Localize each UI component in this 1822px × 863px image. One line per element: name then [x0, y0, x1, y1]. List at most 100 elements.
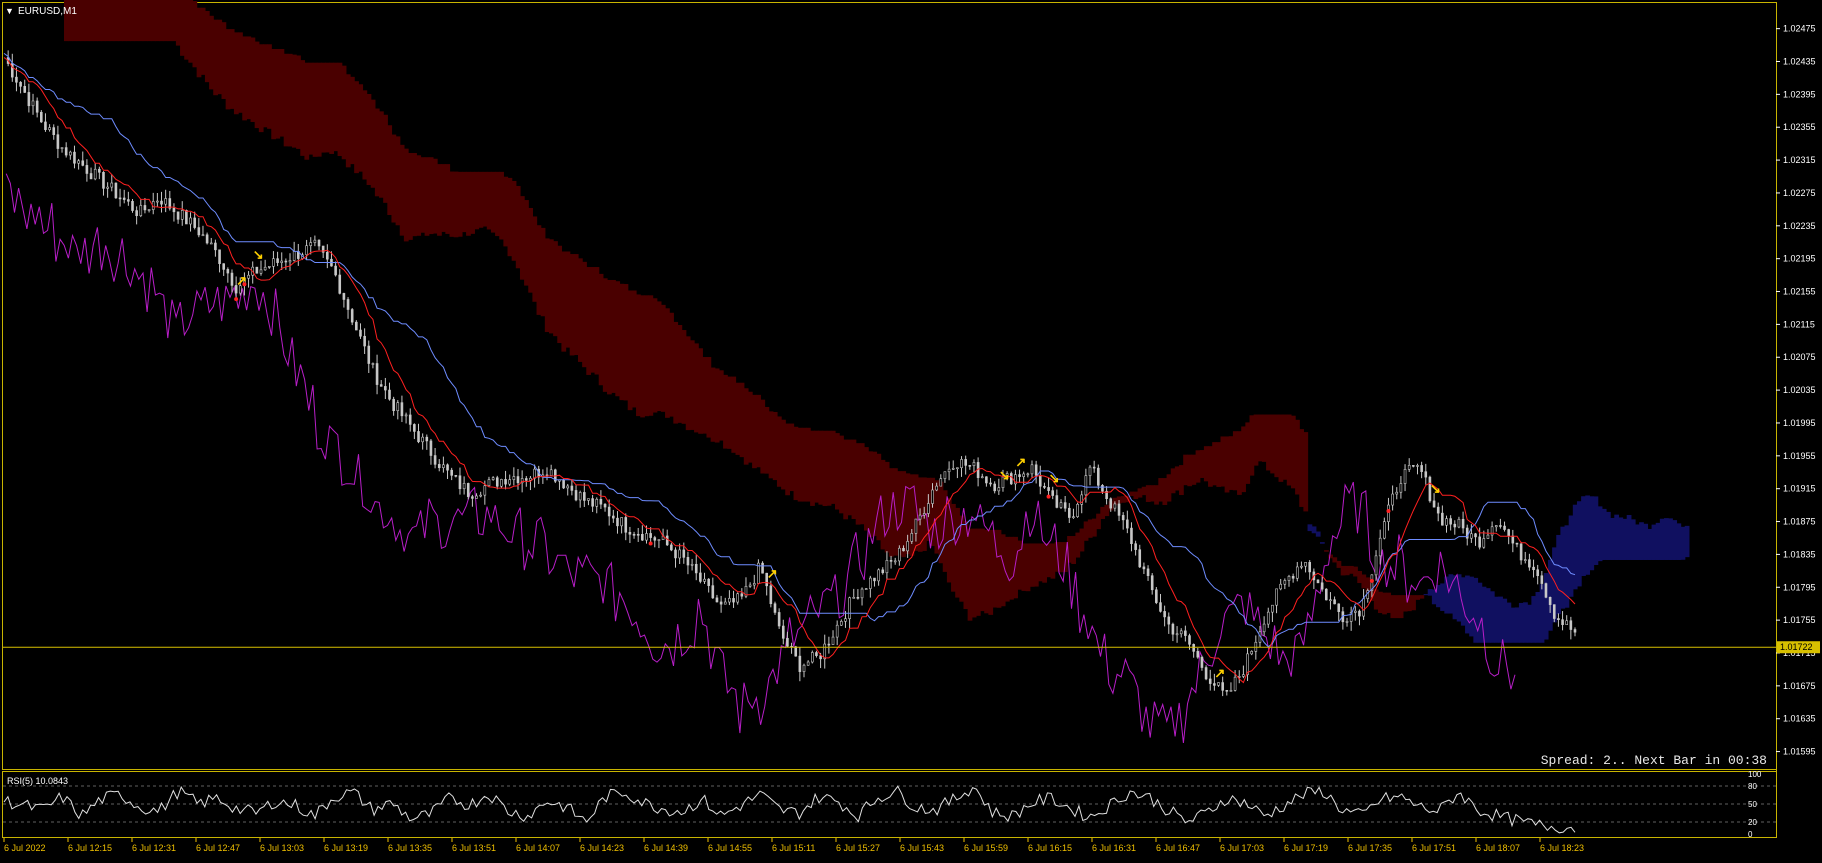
candle-body — [612, 515, 615, 519]
kumo-segment — [1021, 543, 1027, 591]
kumo-segment — [980, 528, 985, 612]
kumo-segment — [200, 7, 206, 75]
candle-body — [355, 321, 358, 331]
kumo-segment — [1610, 517, 1615, 560]
kumo-segment — [1203, 446, 1209, 482]
candle-body — [48, 127, 51, 130]
candle-body — [997, 487, 1001, 492]
candle-body — [665, 535, 669, 546]
kumo-segment — [180, 0, 185, 56]
candle-body — [636, 533, 640, 536]
candle-body — [160, 200, 163, 205]
kumo-segment — [134, 0, 140, 42]
kumo-segment — [793, 426, 799, 501]
candle-body — [562, 479, 565, 489]
kumo-segment — [445, 164, 451, 234]
time-tick-label: 6 Jul 15:11 — [772, 843, 815, 853]
kumo-segment — [316, 62, 322, 157]
spread-status-text: Spread: 2.. Next Bar in 00:38 — [1541, 753, 1767, 768]
kumo-segment — [702, 357, 708, 434]
candle-body — [495, 477, 499, 487]
kumo-segment — [627, 290, 633, 411]
kumo-segment — [395, 136, 401, 226]
chart-canvas[interactable]: ↘↗↗↘↗↘↗↘ 1.024751.024351.023951.023551.0… — [0, 0, 1822, 858]
candle-body — [736, 593, 739, 603]
kumo-segment — [466, 171, 471, 236]
kumo-segment — [325, 62, 330, 153]
candle-body — [769, 585, 773, 605]
time-tick-label: 6 Jul 12:15 — [68, 843, 112, 853]
time-tick-label: 6 Jul 15:59 — [964, 843, 1008, 853]
kumo-segment — [329, 62, 335, 154]
candle-body — [1387, 504, 1390, 522]
candle-body — [122, 197, 126, 200]
candle-body — [413, 424, 416, 432]
price-tick-label: 1.02155 — [1783, 287, 1816, 297]
kumo-segment — [1626, 514, 1632, 560]
kumo-segment — [797, 427, 803, 502]
kumo-segment — [710, 367, 716, 442]
candle-body — [1536, 569, 1539, 577]
price-tick-label: 1.01915 — [1783, 484, 1816, 494]
candle-body — [359, 329, 362, 337]
kumo-segment — [1191, 454, 1197, 485]
candle-body — [1486, 534, 1490, 539]
candle-body — [1188, 635, 1191, 645]
candle-body — [214, 242, 217, 251]
kumo-segment — [1564, 525, 1570, 608]
cross-dot-marker — [1369, 578, 1374, 583]
candle-body — [657, 539, 661, 541]
kumo-segment — [1510, 607, 1516, 643]
kumo-segment — [383, 114, 388, 203]
kumo-segment — [345, 74, 351, 168]
kumo-segment — [1071, 536, 1077, 564]
candle-body — [1101, 485, 1104, 492]
kumo-segment — [1079, 528, 1085, 552]
kumo-segment — [839, 435, 844, 514]
kumo-segment — [1282, 414, 1288, 480]
candle-body — [60, 147, 64, 149]
kumo-segment — [403, 148, 409, 242]
chevron-down-icon[interactable]: ▼ — [5, 6, 14, 16]
signal-arrow-icon: ↘ — [1049, 471, 1060, 486]
candle-body — [226, 269, 230, 274]
kumo-segment — [138, 0, 144, 42]
candle-body — [939, 478, 943, 487]
candle-body — [433, 455, 437, 465]
kumo-segment — [271, 49, 277, 140]
kumo-segment — [1502, 598, 1508, 643]
kumo-segment — [644, 295, 650, 417]
kumo-segment — [1199, 450, 1205, 478]
kumo-segment — [586, 267, 592, 375]
kumo-segment — [453, 171, 459, 238]
candle-body — [102, 171, 105, 189]
kumo-segment — [416, 155, 422, 236]
kumo-segment — [536, 225, 542, 315]
candle-body — [508, 479, 512, 485]
candle-body — [620, 517, 623, 527]
kumo-segment — [1336, 560, 1342, 568]
time-tick-label: 6 Jul 13:51 — [452, 843, 496, 853]
candle-body — [856, 597, 860, 599]
kumo-segment — [308, 62, 314, 155]
candle-body — [956, 467, 959, 470]
price-tick-label: 1.02435 — [1783, 57, 1816, 67]
candle-body — [781, 625, 785, 639]
kumo-segment — [225, 29, 231, 110]
candle-body — [379, 384, 383, 387]
kumo-segment — [366, 94, 372, 186]
candle-body — [1155, 589, 1158, 603]
time-tick-label: 6 Jul 17:03 — [1220, 843, 1264, 853]
kumo-segment — [519, 196, 525, 280]
kumo-segment — [1394, 595, 1400, 619]
kumo-segment — [859, 443, 865, 525]
kumo-segment — [1494, 596, 1499, 643]
kumo-segment — [457, 171, 463, 237]
kumo-segment — [428, 157, 434, 235]
kumo-segment — [304, 62, 310, 160]
kumo-segment — [1340, 565, 1346, 576]
kumo-segment — [897, 471, 902, 556]
kumo-segment — [142, 0, 148, 42]
kumo-segment — [1348, 565, 1354, 574]
kumo-segment — [826, 430, 832, 506]
